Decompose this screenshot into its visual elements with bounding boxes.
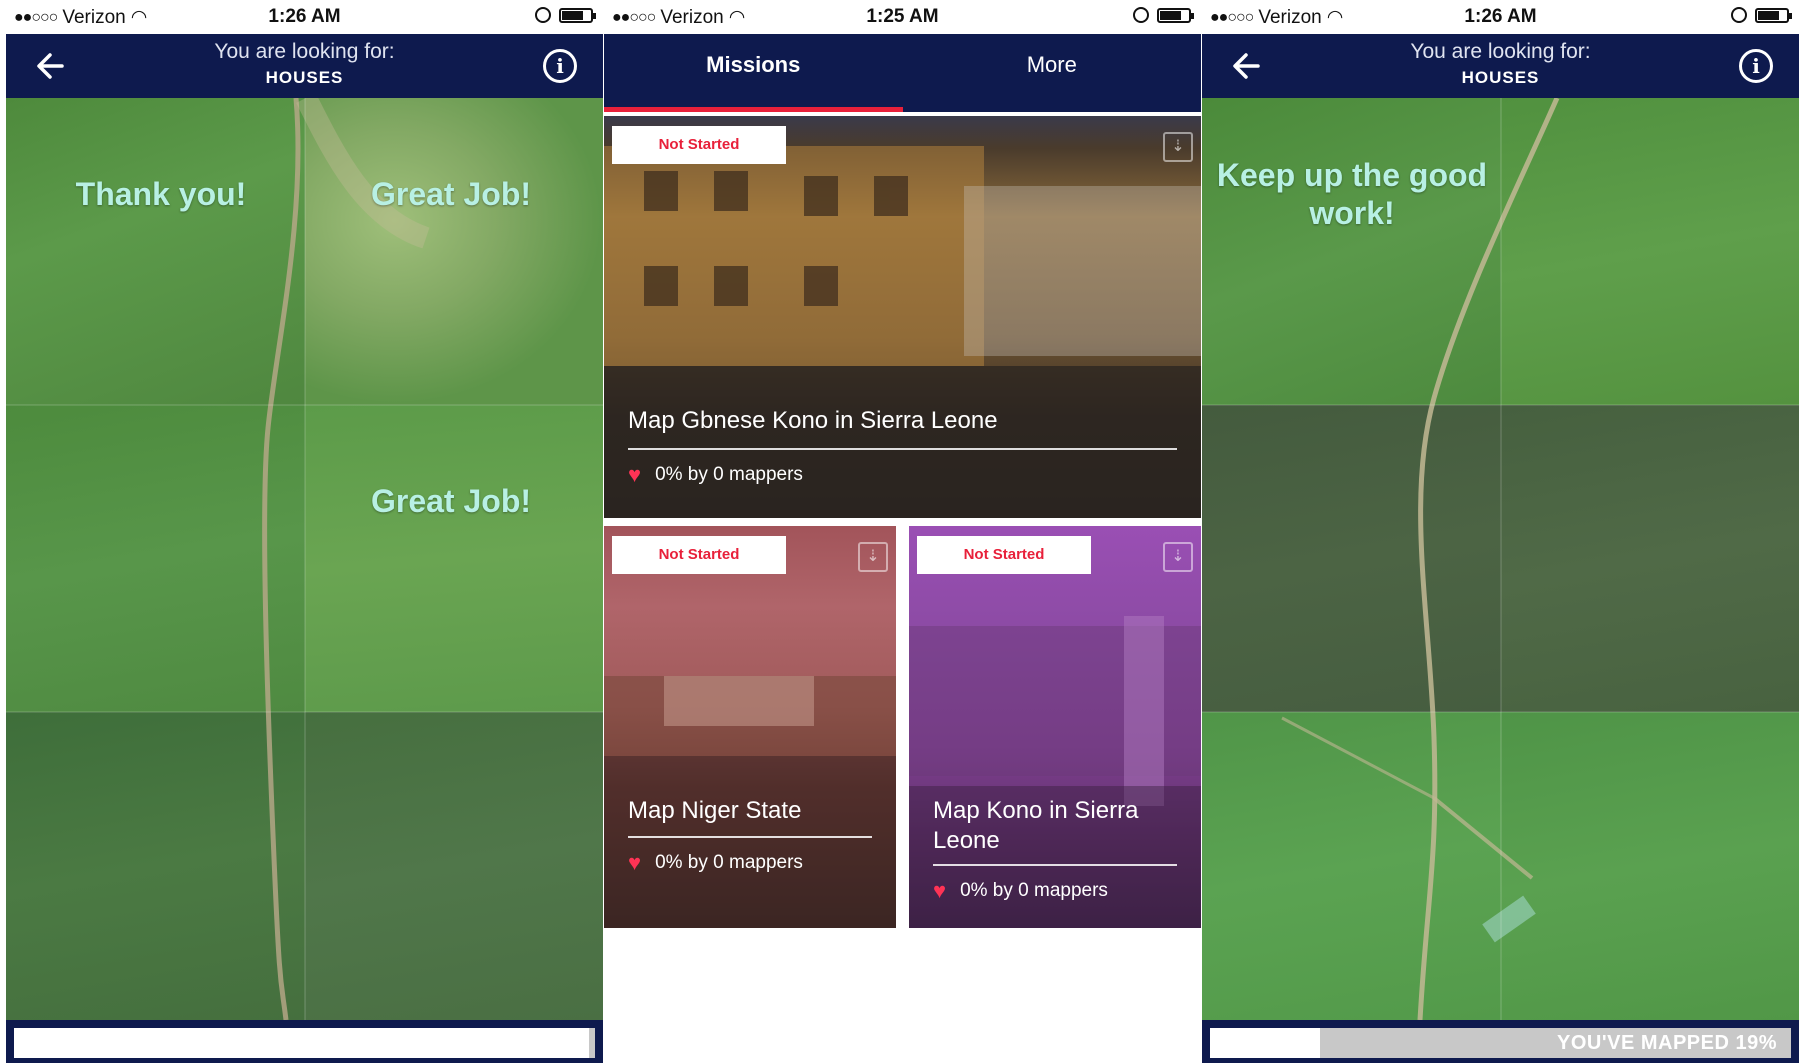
rotation-lock-icon — [1731, 7, 1747, 23]
phone-screen-map-1: ●●○○○ Verizon ◠ 1:26 AM You are looking fo… — [6, 0, 603, 1063]
feedback-message: Thank you! — [75, 176, 247, 212]
battery-icon — [559, 7, 596, 23]
mission-title: Map Kono in Sierra Leone — [933, 797, 1139, 854]
battery-icon — [1157, 7, 1194, 23]
rotation-lock-icon — [1133, 7, 1149, 23]
active-tab-indicator — [604, 107, 903, 112]
tab-more[interactable]: More — [903, 52, 1202, 78]
info-icon[interactable]: i — [543, 49, 577, 83]
mission-card[interactable]: Not Started ⇣ Map Gbnese Kono in Sierra … — [604, 116, 1201, 518]
header-target: HOUSES — [265, 68, 344, 87]
mission-stats: ♥ 0% by 0 mappers — [933, 878, 1108, 904]
tab-bar: Missions More — [604, 34, 1201, 112]
rotation-lock-icon — [535, 7, 551, 23]
progress-fill — [1210, 1028, 1321, 1058]
progress-label: YOU'VE MAPPED 19% — [1557, 1032, 1777, 1054]
mission-card[interactable]: Not Started ⇣ Map Niger State ♥ 0% by 0 m… — [604, 526, 896, 928]
header-subtitle: You are looking for: — [214, 40, 395, 63]
battery-icon — [1755, 7, 1792, 23]
header-target: HOUSES — [1461, 68, 1540, 87]
mapping-progress-bar: YOU'VE MAPPED 19% — [1202, 1020, 1799, 1063]
heart-icon[interactable]: ♥ — [933, 878, 946, 904]
progress-fill — [14, 1028, 590, 1058]
mission-photo — [604, 146, 1201, 518]
status-badge: Not Started — [612, 126, 786, 164]
imagery-grid: Keep up the good work! — [1202, 98, 1799, 1020]
progress-track: YOU'VE MAPPED 19% — [1210, 1028, 1791, 1058]
status-bar: ●●○○○ Verizon ◠ 1:26 AM — [6, 0, 603, 34]
heart-icon[interactable]: ♥ — [628, 850, 641, 876]
clock: 1:26 AM — [268, 6, 341, 27]
mission-stats-text: 0% by 0 mappers — [655, 464, 803, 485]
phone-screen-map-2: ●●○○○ Verizon ◠ 1:26 AM You are looking fo… — [1202, 0, 1799, 1063]
tab-missions[interactable]: Missions — [604, 52, 903, 78]
phone-screen-missions: ●●○○○ Verizon ◠ 1:25 AM Missions More Not … — [604, 0, 1201, 1063]
divider — [933, 864, 1177, 866]
mapping-progress-bar — [6, 1020, 603, 1063]
feedback-message: Great Job! — [370, 176, 532, 212]
status-badge: Not Started — [917, 536, 1091, 574]
imagery-grid: Thank you! Great Job! Great Job! — [6, 98, 603, 1020]
status-bar: ●●○○○ Verizon ◠ 1:26 AM — [1202, 0, 1799, 34]
mission-title: Map Niger State — [628, 797, 802, 824]
download-icon[interactable]: ⇣ — [1163, 132, 1193, 162]
divider — [628, 448, 1177, 450]
clock: 1:26 AM — [1464, 6, 1537, 27]
top-bar: You are looking for: HOUSES i — [1202, 34, 1799, 98]
status-badge: Not Started — [612, 536, 786, 574]
mission-list: Not Started ⇣ Map Gbnese Kono in Sierra … — [604, 116, 1201, 1063]
clock: 1:25 AM — [866, 6, 939, 27]
heart-icon[interactable]: ♥ — [628, 462, 641, 488]
download-icon[interactable]: ⇣ — [858, 542, 888, 572]
mission-title: Map Gbnese Kono in Sierra Leone — [628, 407, 998, 434]
divider — [628, 836, 872, 838]
mission-stats-text: 0% by 0 mappers — [960, 880, 1108, 901]
mission-card[interactable]: Not Started ⇣ Map Kono in Sierra Leone ♥… — [909, 526, 1201, 928]
mission-stats: ♥ 0% by 0 mappers — [628, 850, 803, 876]
progress-track — [14, 1028, 595, 1058]
mission-stats: ♥ 0% by 0 mappers — [628, 462, 803, 488]
download-icon[interactable]: ⇣ — [1163, 542, 1193, 572]
info-icon[interactable]: i — [1739, 49, 1773, 83]
feedback-message: Keep up the good work! — [1216, 157, 1488, 231]
top-bar: You are looking for: HOUSES i — [6, 34, 603, 98]
mission-photo — [909, 616, 1201, 928]
feedback-message: Great Job! — [370, 483, 532, 519]
mission-stats-text: 0% by 0 mappers — [655, 852, 803, 873]
status-bar: ●●○○○ Verizon ◠ 1:25 AM — [604, 0, 1201, 34]
header-subtitle: You are looking for: — [1410, 40, 1591, 63]
